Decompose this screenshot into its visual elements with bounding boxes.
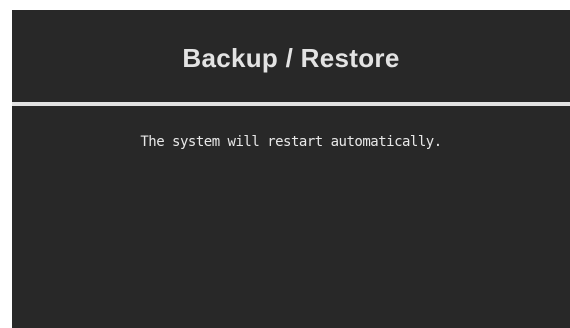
header-divider <box>12 102 570 106</box>
backup-restore-screen: Backup / Restore The system will restart… <box>12 10 570 328</box>
header-bar: Backup / Restore <box>12 10 570 102</box>
status-message: The system will restart automatically. <box>140 134 442 150</box>
page-title: Backup / Restore <box>182 42 400 73</box>
